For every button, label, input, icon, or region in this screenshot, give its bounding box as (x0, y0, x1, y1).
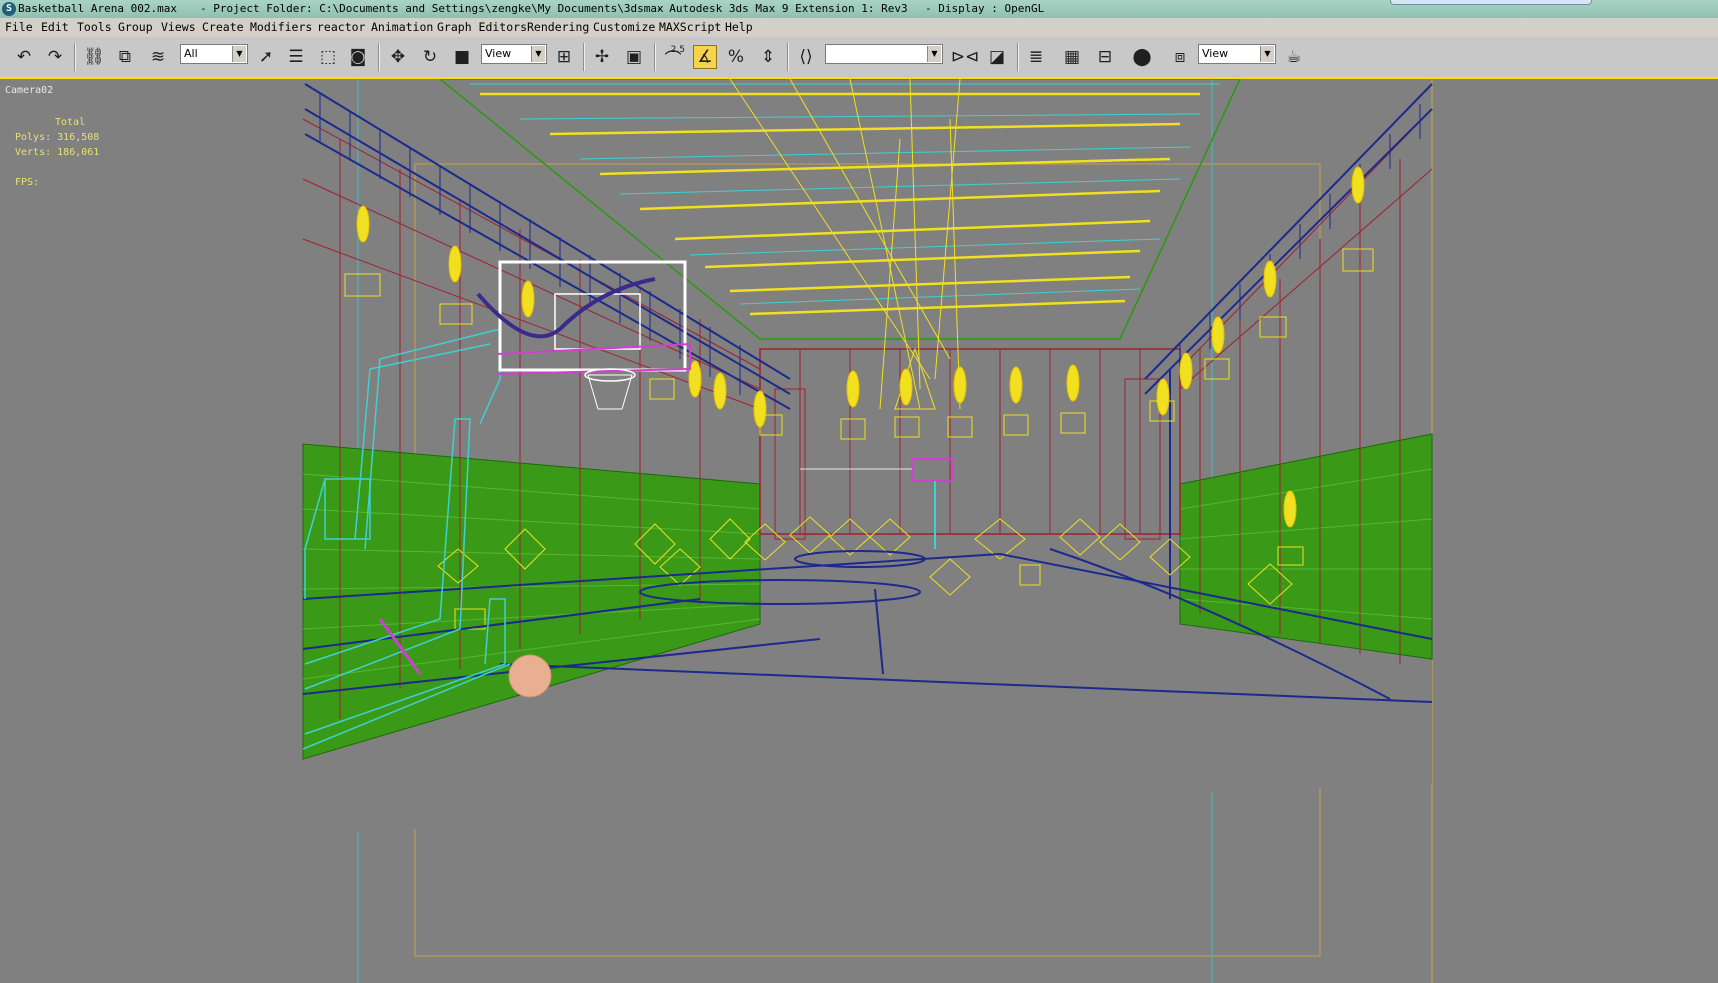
menu-create[interactable]: Create (202, 18, 244, 37)
window-controls[interactable] (1390, 0, 1592, 5)
menu-tools[interactable]: Tools (77, 18, 112, 37)
undo-icon[interactable]: ↶ (12, 45, 36, 69)
chevron-down-icon: ▼ (927, 46, 941, 62)
menu-bar: File Edit Tools Group Views Create Modif… (0, 18, 1718, 37)
verts-label: Verts: (15, 147, 52, 158)
toolbar-separator (74, 43, 76, 71)
material-editor-icon[interactable]: ⬤ (1130, 45, 1154, 69)
move-icon[interactable]: ✥ (386, 45, 410, 69)
selection-filter-value: All (184, 47, 198, 60)
snap-label: 2.5 (670, 45, 685, 55)
toolbar-separator (378, 43, 380, 71)
pivot-center-icon[interactable]: ⊞ (552, 45, 576, 69)
angle-snap-icon[interactable]: ∡ (693, 45, 717, 69)
select-manipulate-icon[interactable]: ✢ (590, 45, 614, 69)
render-view-dropdown[interactable]: View ▼ (1198, 44, 1276, 64)
render-scene-icon[interactable]: ⧈ (1168, 45, 1192, 69)
polys-value: 316,508 (57, 132, 100, 143)
unlink-selection-icon[interactable]: ⧉ (113, 45, 137, 69)
menu-animation[interactable]: Animation (371, 18, 433, 37)
redo-icon[interactable]: ↷ (43, 45, 67, 69)
viewport-label[interactable]: Camera02 (5, 85, 53, 96)
bind-to-space-warp-icon[interactable]: ≋ (146, 45, 170, 69)
title-display: - Display : OpenGL (925, 2, 1045, 15)
rotate-icon[interactable]: ↻ (418, 45, 442, 69)
toolbar-separator (654, 43, 656, 71)
select-and-link-icon[interactable]: ⛓ (82, 45, 106, 69)
quick-render-teapot-icon[interactable]: ☕ (1282, 45, 1306, 69)
select-object-icon[interactable]: ➚ (254, 45, 278, 69)
toolbar-separator (1017, 43, 1019, 71)
select-by-name-icon[interactable]: ☰ (284, 45, 308, 69)
verts-value: 186,061 (57, 147, 100, 158)
toolbar-separator (583, 43, 585, 71)
title-bar: S Basketball Arena 002.max - Project Fol… (0, 0, 1718, 18)
camera-viewport[interactable]: Camera02 Total Polys: 316,508 Verts: 186… (0, 77, 1718, 983)
chevron-down-icon: ▼ (531, 46, 545, 62)
viewport-statistics: Total Polys: 316,508 Verts: 186,061 FPS: (15, 115, 99, 190)
wireframe-scene[interactable] (0, 79, 1718, 983)
hoop-arm-curve (476, 277, 656, 339)
edit-named-selection-icon[interactable]: ⟨⟩ (794, 45, 818, 69)
title-file: Basketball Arena 002.max (18, 2, 177, 15)
main-toolbar: ↶ ↷ ⛓ ⧉ ≋ All ▼ ➚ ☰ ⬚ ◙ ✥ ↻ ■ View ▼ ⊞ ✢… (0, 37, 1718, 78)
reference-coordinate-value: View (485, 47, 512, 60)
menu-help[interactable]: Help (725, 18, 753, 37)
far-backboard (911, 458, 953, 482)
3dsmax-app-icon[interactable]: S (2, 2, 16, 16)
chevron-down-icon: ▼ (1260, 46, 1274, 62)
menu-rendering[interactable]: Rendering (527, 18, 589, 37)
ceiling-light-strips (480, 92, 1200, 316)
menu-views[interactable]: Views (161, 18, 196, 37)
back-wall-outline (759, 348, 1181, 535)
fps-label: FPS: (15, 177, 40, 188)
render-view-value: View (1202, 47, 1229, 60)
title-project: - Project Folder: C:\Documents and Setti… (200, 2, 664, 15)
menu-maxscript[interactable]: MAXScript (659, 18, 721, 37)
toolbar-separator (787, 43, 789, 71)
stats-title: Total (55, 117, 86, 128)
menu-group[interactable]: Group (118, 18, 153, 37)
percent-snap-icon[interactable]: % (724, 45, 748, 69)
menu-file[interactable]: File (5, 18, 33, 37)
menu-edit[interactable]: Edit (41, 18, 69, 37)
named-selection-dropdown[interactable]: ▼ (825, 44, 943, 64)
left-railing-balusters (319, 93, 741, 395)
mirror-icon[interactable]: ⊳⊲ (951, 45, 980, 69)
align-icon[interactable]: ◪ (985, 45, 1009, 69)
menu-customize[interactable]: Customize (593, 18, 655, 37)
scale-icon[interactable]: ■ (450, 45, 474, 69)
layer-manager-icon[interactable]: ≣ (1024, 45, 1048, 69)
spinner-snap-icon[interactable]: ⇕ (756, 45, 780, 69)
menu-reactor[interactable]: reactor (317, 18, 365, 37)
polys-label: Polys: (15, 132, 52, 143)
basketball (508, 654, 552, 698)
snap-toggle-icon[interactable]: ⌒ 2.5 (661, 45, 686, 70)
window-crossing-icon[interactable]: ◙ (346, 45, 370, 69)
left-railing (304, 83, 791, 410)
chevron-down-icon: ▼ (232, 46, 246, 62)
menu-graph-editors[interactable]: Graph Editors (437, 18, 527, 37)
title-app: - Autodesk 3ds Max 9 Extension 1: Rev3 (656, 2, 908, 15)
curve-editor-icon[interactable]: ▦ (1060, 45, 1084, 69)
keyboard-shortcut-override-icon[interactable]: ▣ (622, 45, 646, 69)
selection-filter-dropdown[interactable]: All ▼ (180, 44, 248, 64)
reference-coordinate-dropdown[interactable]: View ▼ (481, 44, 547, 64)
schematic-view-icon[interactable]: ⊟ (1093, 45, 1117, 69)
menu-modifiers[interactable]: Modifiers (250, 18, 312, 37)
rectangular-selection-icon[interactable]: ⬚ (316, 45, 340, 69)
right-wall-panel (1179, 433, 1433, 660)
